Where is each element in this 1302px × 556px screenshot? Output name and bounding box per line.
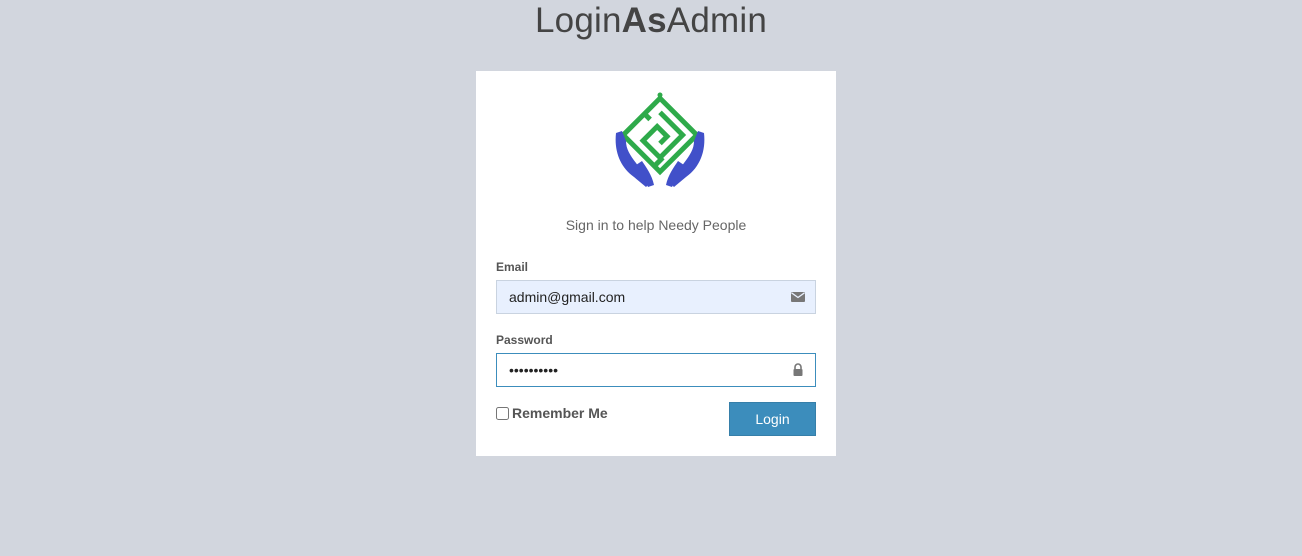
password-field[interactable] [496, 353, 816, 387]
email-field[interactable] [496, 280, 816, 314]
login-subtitle: Sign in to help Needy People [565, 217, 747, 233]
lock-icon [793, 363, 803, 376]
envelope-icon [791, 292, 805, 302]
title-part-as: As [621, 1, 667, 40]
remember-me-checkbox[interactable] [496, 406, 509, 420]
email-label: Email [496, 260, 529, 274]
title-part-admin: Admin [666, 1, 767, 40]
email-input[interactable] [497, 281, 777, 313]
password-input[interactable] [497, 354, 777, 386]
title-part-login: Login [534, 1, 622, 40]
remember-me-label: Remember Me [512, 405, 608, 421]
login-box: Sign in to help Needy People Email Passw… [476, 71, 836, 456]
logo [612, 91, 708, 193]
login-button[interactable]: Login [729, 402, 816, 436]
remember-me[interactable]: Remember Me [496, 405, 608, 421]
password-label: Password [496, 333, 553, 347]
logo-image [615, 92, 705, 187]
page-title: LoginAsAdmin [0, 0, 1302, 42]
